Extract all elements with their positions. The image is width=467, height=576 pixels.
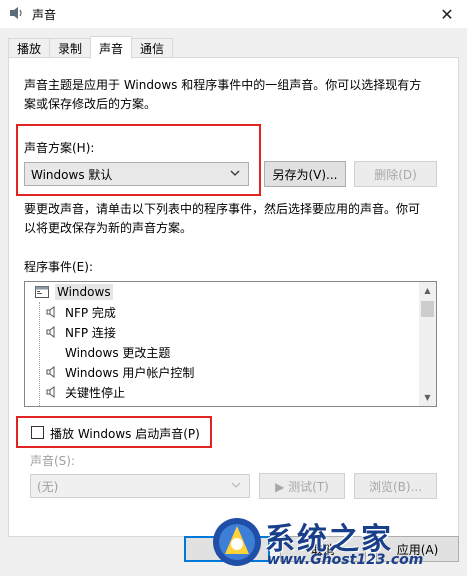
scheme-select-value: Windows 默认: [31, 167, 113, 182]
chevron-down-icon: [231, 480, 241, 493]
list-item[interactable]: Windows 用户帐户控制: [45, 362, 194, 382]
list-item-label: 关键性停止: [65, 385, 126, 400]
list-item[interactable]: NFP 完成: [45, 302, 116, 322]
list-item[interactable]: Windows 更改主题: [45, 342, 170, 362]
events-scrollbar[interactable]: ▲ ▼: [419, 282, 436, 406]
scheme-select[interactable]: Windows 默认: [24, 162, 249, 186]
scroll-thumb[interactable]: [421, 301, 434, 317]
tab-playback[interactable]: 播放: [8, 38, 51, 58]
dialog-body: 播放 录制 声音 通信 声音主题是应用于 Windows 和程序事件中的一组声音…: [0, 28, 467, 576]
sound-select-value: (无): [37, 479, 59, 494]
test-button[interactable]: ▶ 测试(T): [259, 473, 345, 499]
list-item-label: Windows 更改主题: [65, 345, 171, 360]
watermark-logo-icon: [211, 516, 263, 568]
events-label: 程序事件(E):: [24, 260, 93, 274]
startup-sound-checkbox[interactable]: [31, 426, 44, 439]
delete-button[interactable]: 删除(D): [354, 161, 437, 187]
chevron-down-icon: [230, 168, 240, 181]
watermark-url: www.Ghost123.com: [267, 552, 424, 568]
scheme-label: 声音方案(H):: [24, 141, 95, 155]
speaker-icon: [45, 385, 59, 399]
tab-strip: 播放 录制 声音 通信: [8, 36, 174, 59]
list-item[interactable]: NFP 连接: [45, 322, 116, 342]
scroll-up-icon[interactable]: ▲: [419, 282, 436, 299]
close-button[interactable]: ✕: [427, 0, 467, 28]
scroll-down-icon[interactable]: ▼: [419, 389, 436, 406]
watermark: 系统之家 www.Ghost123.com: [211, 514, 461, 572]
tab-sounds[interactable]: 声音: [90, 36, 133, 59]
startup-sound-label[interactable]: 播放 Windows 启动声音(P): [50, 425, 200, 442]
save-as-button[interactable]: 另存为(V)...: [264, 161, 346, 187]
speaker-icon: [45, 365, 59, 379]
sound-label: 声音(S):: [30, 454, 76, 468]
sound-select[interactable]: (无): [30, 474, 250, 498]
intro-text: 声音主题是应用于 Windows 和程序事件中的一组声音。你可以选择现有方 案或…: [24, 76, 421, 114]
hint-line-1: 要更改声音，请单击以下列表中的程序事件，然后选择要应用的声音。你可: [24, 202, 421, 216]
title-bar: 声音 ✕: [0, 0, 467, 28]
intro-line-2: 案或保存修改后的方案。: [24, 97, 157, 111]
blank-icon: [45, 345, 59, 359]
list-item-label: NFP 连接: [65, 325, 116, 340]
list-item[interactable]: 关键性停止: [45, 382, 125, 402]
list-item-label: Windows 用户帐户控制: [65, 365, 195, 380]
tab-communications[interactable]: 通信: [131, 38, 174, 58]
speaker-icon: [45, 305, 59, 319]
browse-button[interactable]: 浏览(B)...: [354, 473, 437, 499]
speaker-icon: [45, 325, 59, 339]
list-item[interactable]: Windows: [35, 282, 113, 302]
tab-recording[interactable]: 录制: [49, 38, 92, 58]
list-item-label: NFP 完成: [65, 305, 116, 320]
windows-app-icon: [35, 285, 49, 299]
speaker-app-icon: [8, 5, 24, 21]
intro-line-1: 声音主题是应用于 Windows 和程序事件中的一组声音。你可以选择现有方: [24, 78, 422, 92]
hint-line-2: 以将更改保存为新的声音方案。: [24, 221, 193, 235]
hint-text: 要更改声音，请单击以下列表中的程序事件，然后选择要应用的声音。你可 以将更改保存…: [24, 200, 420, 238]
tree-connector: [39, 302, 40, 406]
list-item-label: Windows: [55, 284, 113, 300]
window-title: 声音: [32, 8, 57, 22]
events-list[interactable]: Windows NFP 完成 NFP 连接 Windows 更改主题 Windo…: [24, 281, 437, 407]
